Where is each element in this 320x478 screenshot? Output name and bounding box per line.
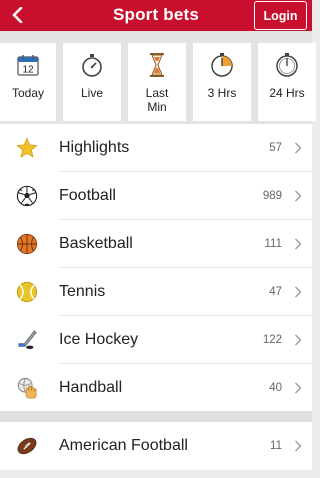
- american-football-icon: [15, 434, 39, 458]
- sport-row-ice-hockey[interactable]: Ice Hockey 122: [0, 316, 312, 364]
- event-count: 47: [269, 286, 282, 298]
- calendar-day: 12: [22, 65, 34, 76]
- chevron-right-icon: [295, 334, 302, 346]
- sports-list: Highlights 57 Football 989 Basketball 11…: [0, 124, 312, 412]
- sport-name: American Football: [59, 437, 188, 454]
- event-count: 111: [264, 238, 282, 250]
- event-count: 57: [269, 142, 282, 154]
- event-count: 989: [262, 190, 282, 202]
- sport-name: Highlights: [59, 139, 130, 156]
- sport-name: Handball: [59, 379, 123, 396]
- sport-name: Football: [59, 187, 116, 204]
- hourglass-icon: [145, 52, 169, 78]
- event-count: 40: [269, 382, 282, 394]
- chevron-right-icon: [295, 238, 302, 250]
- app-header: Sport bets Login: [0, 0, 312, 31]
- login-button[interactable]: Login: [254, 1, 307, 30]
- sport-row-basketball[interactable]: Basketball 111: [0, 220, 312, 268]
- chevron-right-icon: [295, 382, 302, 394]
- sport-row-football[interactable]: Football 989: [0, 172, 312, 220]
- sport-row-highlights[interactable]: Highlights 57: [0, 124, 312, 172]
- filter-label: Today: [11, 86, 45, 100]
- sport-row-american-football[interactable]: American Football 11: [0, 422, 312, 470]
- filter-label: 3 Hrs: [207, 86, 237, 100]
- section-separator: [0, 411, 312, 422]
- sport-name: Ice Hockey: [59, 331, 139, 348]
- sport-name: Tennis: [59, 283, 106, 300]
- timer-full-icon: [275, 52, 299, 78]
- filter-label: 24 Hrs: [269, 86, 305, 100]
- filter-label: Last Min: [145, 86, 169, 114]
- chevron-right-icon: [295, 142, 302, 154]
- soccer-ball-icon: [15, 184, 39, 208]
- tennis-ball-icon: [15, 280, 39, 304]
- hockey-stick-icon: [15, 328, 39, 352]
- chevron-right-icon: [295, 190, 302, 202]
- sport-row-handball[interactable]: Handball 40: [0, 364, 312, 412]
- filter-last-min[interactable]: Last Min: [128, 43, 186, 121]
- stopwatch-icon: [80, 52, 104, 78]
- filter-3-hrs[interactable]: 3 Hrs: [193, 43, 251, 121]
- event-count: 11: [270, 440, 282, 452]
- sport-name: Basketball: [59, 235, 133, 252]
- star-icon: [15, 136, 39, 160]
- filter-today[interactable]: 12 Today: [0, 43, 56, 121]
- basketball-icon: [15, 232, 39, 256]
- filter-label: Live: [80, 86, 103, 100]
- sports-list-more: American Football 11: [0, 422, 312, 470]
- time-filter-bar: 12 Today Live Last Min 3 Hrs 24 Hrs: [0, 31, 316, 124]
- filter-24-hrs[interactable]: 24 Hrs: [258, 43, 316, 121]
- event-count: 122: [262, 334, 282, 346]
- sport-row-tennis[interactable]: Tennis 47: [0, 268, 312, 316]
- filter-live[interactable]: Live: [63, 43, 121, 121]
- calendar-icon: 12: [16, 52, 40, 78]
- chevron-right-icon: [295, 286, 302, 298]
- timer-quarter-icon: [210, 52, 234, 78]
- handball-icon: [15, 376, 39, 400]
- chevron-right-icon: [295, 440, 302, 452]
